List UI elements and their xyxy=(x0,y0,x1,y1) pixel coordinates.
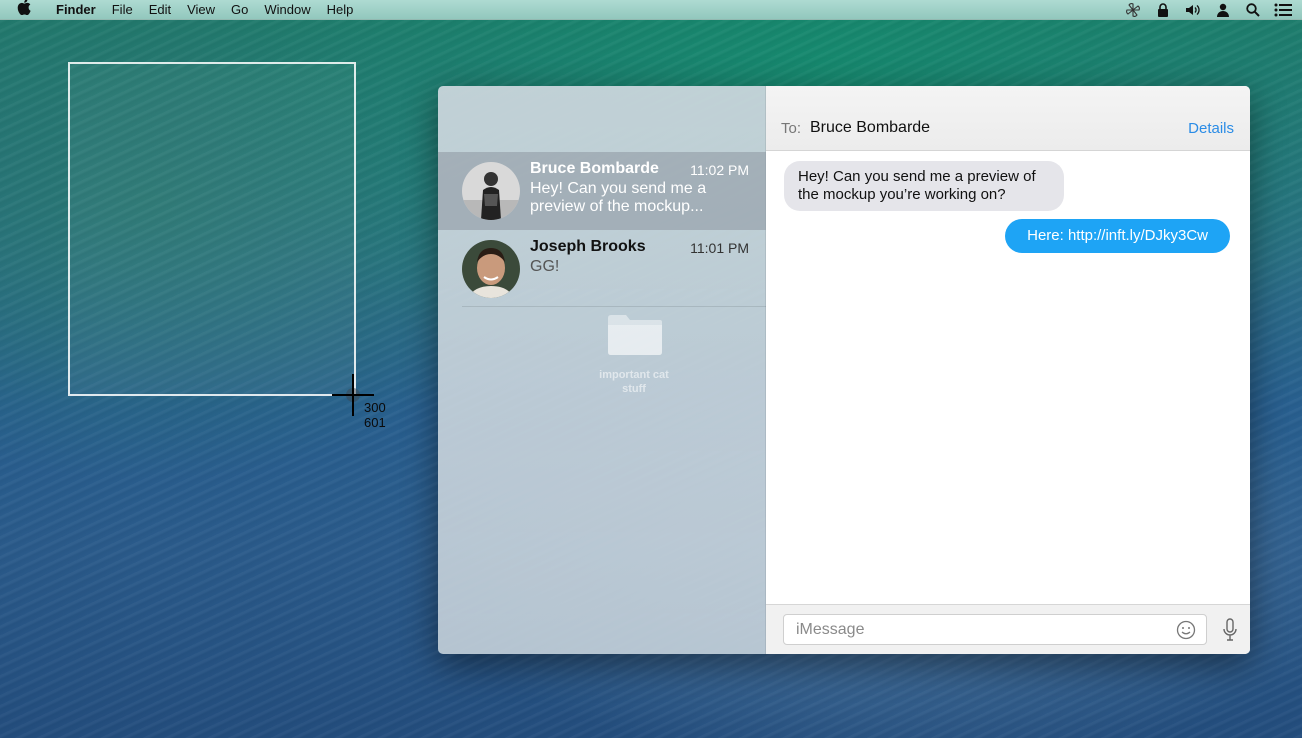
outgoing-message-bubble[interactable]: Here: http://inft.ly/DJky3Cw xyxy=(1005,219,1230,253)
folder-icon[interactable] xyxy=(606,312,664,356)
menu-go[interactable]: Go xyxy=(223,0,256,20)
selection-coordinates: 300 601 xyxy=(364,400,386,430)
menu-help[interactable]: Help xyxy=(319,0,362,20)
volume-icon[interactable] xyxy=(1184,0,1202,20)
user-icon[interactable] xyxy=(1214,0,1232,20)
microphone-icon[interactable] xyxy=(1222,618,1238,642)
incoming-message-bubble: Hey! Can you send me a preview of the mo… xyxy=(784,161,1064,211)
details-button[interactable]: Details xyxy=(1188,120,1234,137)
avatar xyxy=(462,162,520,220)
screenshot-selection-rect[interactable] xyxy=(68,62,356,396)
pinwheel-icon[interactable] xyxy=(1124,0,1142,20)
message-input-placeholder: iMessage xyxy=(796,621,865,638)
menu-edit[interactable]: Edit xyxy=(141,0,179,20)
menu-bar: Finder File Edit View Go Window Help xyxy=(0,0,1302,20)
conversation-time: 11:02 PM xyxy=(690,162,749,178)
conversation-name: Bruce Bombarde xyxy=(530,160,659,177)
conversation-pane: To: Bruce Bombarde Details Hey! Can you … xyxy=(766,86,1250,654)
conversation-name: Joseph Brooks xyxy=(530,238,646,255)
conversation-sidebar: Bruce Bombarde 11:02 PM Hey! Can you sen… xyxy=(438,86,766,654)
conversation-preview: GG! xyxy=(530,258,560,275)
conversation-item-joseph[interactable]: Joseph Brooks 11:01 PM GG! xyxy=(438,230,766,308)
spotlight-icon[interactable] xyxy=(1244,0,1262,20)
emoji-icon[interactable] xyxy=(1176,620,1196,640)
to-label: To: xyxy=(781,120,802,137)
recipient-name[interactable]: Bruce Bombarde xyxy=(810,119,930,137)
conversation-item-bruce[interactable]: Bruce Bombarde 11:02 PM Hey! Can you sen… xyxy=(438,152,766,230)
conversation-header: To: Bruce Bombarde Details xyxy=(766,86,1250,151)
message-input[interactable]: iMessage xyxy=(783,614,1207,645)
avatar xyxy=(462,240,520,298)
apple-menu-icon[interactable] xyxy=(0,0,48,21)
menu-finder[interactable]: Finder xyxy=(48,0,104,20)
conversation-preview: Hey! Can you send me a preview of the mo… xyxy=(530,180,707,215)
coord-x: 300 xyxy=(364,400,386,415)
conversation-time: 11:01 PM xyxy=(690,240,749,256)
notification-center-icon[interactable] xyxy=(1274,0,1292,20)
sidebar-divider xyxy=(462,306,766,307)
lock-icon[interactable] xyxy=(1154,0,1172,20)
menu-window[interactable]: Window xyxy=(256,0,318,20)
status-icons xyxy=(1124,0,1292,20)
menu-view[interactable]: View xyxy=(179,0,223,20)
menu-file[interactable]: File xyxy=(104,0,141,20)
folder-label[interactable]: important cat stuff xyxy=(588,368,680,396)
messages-window: Bruce Bombarde 11:02 PM Hey! Can you sen… xyxy=(438,86,1250,654)
coord-y: 601 xyxy=(364,415,386,430)
message-composer: iMessage xyxy=(766,604,1250,654)
